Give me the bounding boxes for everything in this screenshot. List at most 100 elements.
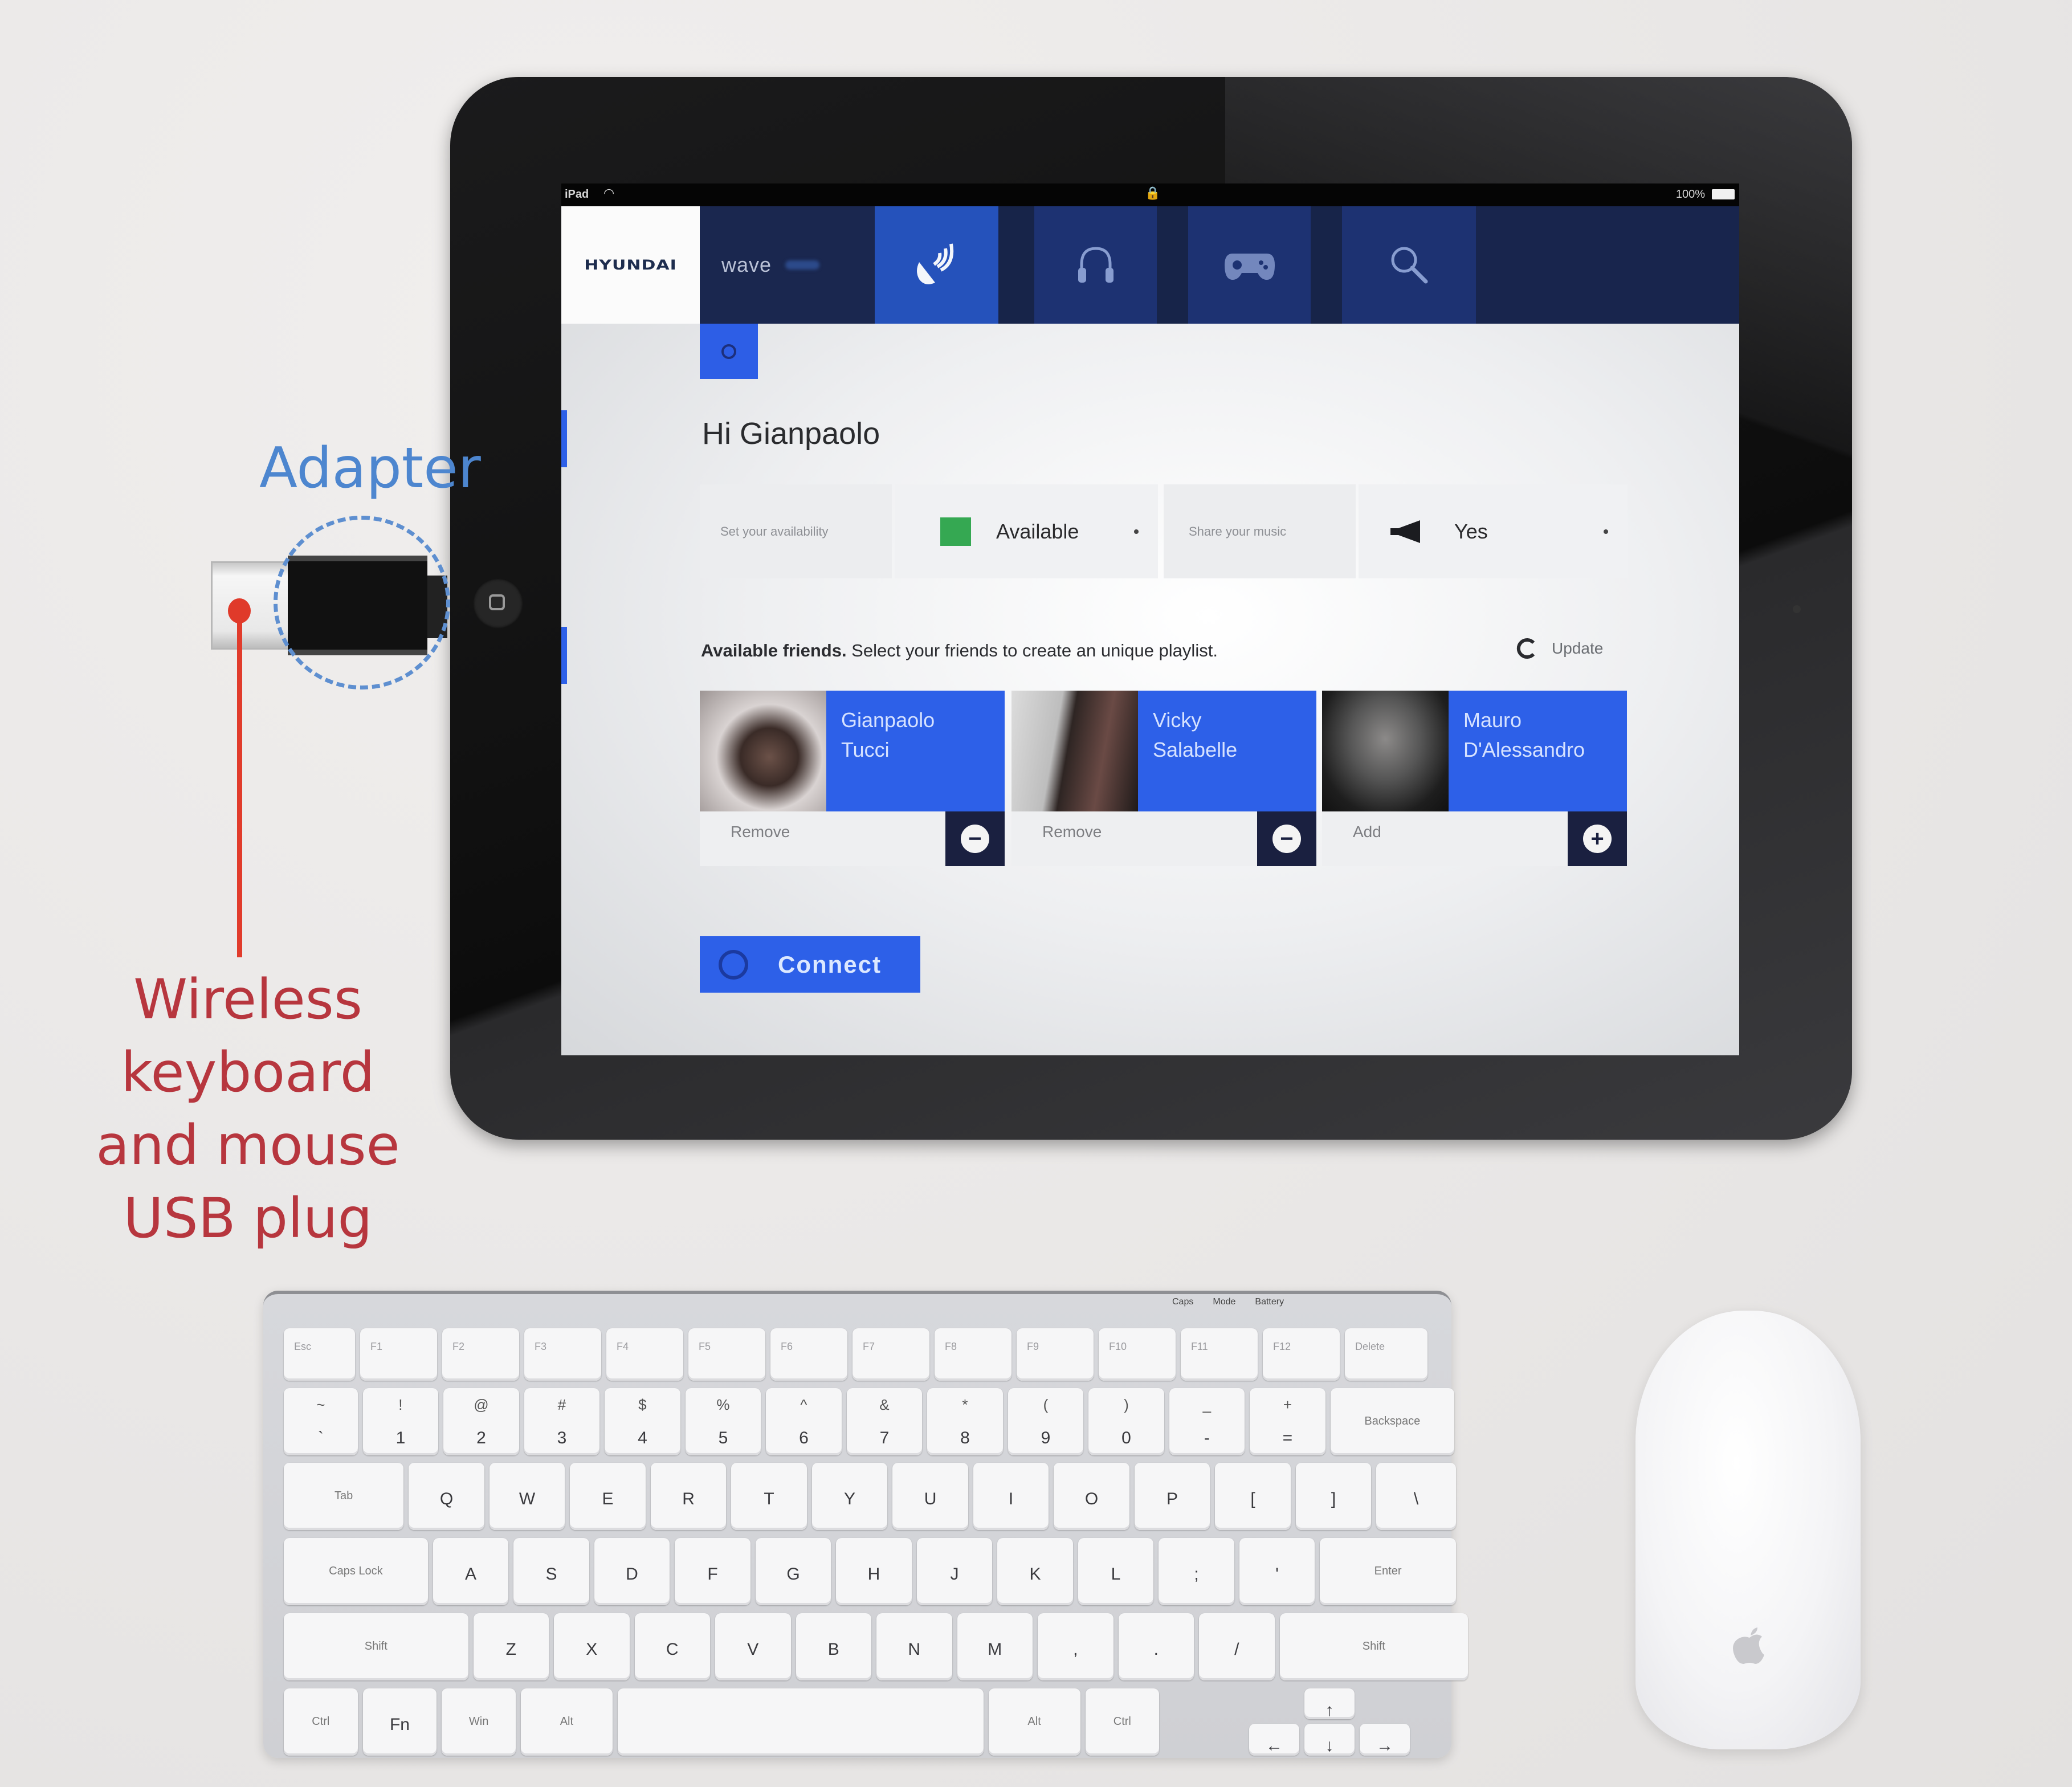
tab-search[interactable] xyxy=(1342,206,1476,324)
key--[interactable]: ; xyxy=(1159,1538,1234,1605)
add-friend-button[interactable]: + xyxy=(1568,811,1627,866)
key-shift[interactable]: Shift xyxy=(284,1613,468,1680)
key-n[interactable]: N xyxy=(876,1613,952,1680)
key--[interactable]: / xyxy=(1199,1613,1275,1680)
key-u[interactable]: U xyxy=(892,1463,968,1530)
app-name-tab[interactable]: wave xyxy=(700,206,875,324)
key-4[interactable]: 4 $ xyxy=(605,1388,680,1455)
key-ctrl[interactable]: Ctrl xyxy=(284,1688,358,1756)
key--[interactable]: ↑ xyxy=(1304,1688,1355,1720)
key--[interactable]: ↓ xyxy=(1304,1724,1355,1756)
key--[interactable]: ] xyxy=(1295,1463,1372,1530)
sub-menu-toggle[interactable] xyxy=(700,324,758,379)
share-music-label: Share your music xyxy=(1164,484,1356,578)
key--[interactable]: ' xyxy=(1239,1538,1315,1605)
tab-music[interactable] xyxy=(1034,206,1157,324)
key-7[interactable]: 7 & xyxy=(846,1388,923,1455)
key-r[interactable]: R xyxy=(650,1463,727,1530)
key-f1[interactable]: F1 xyxy=(360,1328,437,1381)
key-z[interactable]: Z xyxy=(473,1613,549,1680)
update-button[interactable]: Update xyxy=(1514,636,1603,661)
key-f12[interactable]: F12 xyxy=(1263,1328,1340,1381)
key-c[interactable]: C xyxy=(634,1613,711,1680)
key-x[interactable]: X xyxy=(554,1613,630,1680)
key-q[interactable]: Q xyxy=(409,1463,484,1530)
key--[interactable]: \ xyxy=(1376,1463,1456,1530)
remove-friend-button[interactable]: − xyxy=(945,811,1005,866)
key-enter[interactable]: Enter xyxy=(1320,1538,1456,1605)
key--[interactable]: = + xyxy=(1250,1388,1325,1455)
key-win[interactable]: Win xyxy=(442,1688,516,1756)
key-2[interactable]: 2 @ xyxy=(443,1388,519,1455)
key--[interactable]: [ xyxy=(1215,1463,1291,1530)
key-p[interactable]: P xyxy=(1134,1463,1210,1530)
key-tab[interactable]: Tab xyxy=(284,1463,404,1530)
key-f[interactable]: F xyxy=(675,1538,751,1605)
key-5[interactable]: 5% xyxy=(685,1388,761,1455)
key-f5[interactable]: F5 xyxy=(688,1328,765,1381)
key-s[interactable]: S xyxy=(513,1538,589,1605)
adapter-highlight-circle xyxy=(274,516,450,689)
key-k[interactable]: K xyxy=(997,1538,1073,1605)
key-e[interactable]: E xyxy=(570,1463,646,1530)
friend-card[interactable]: Gianpaolo Tucci Remove − xyxy=(700,691,1005,866)
key-shift[interactable]: Shift xyxy=(1279,1613,1469,1680)
key-y[interactable]: Y xyxy=(811,1463,888,1530)
key-1[interactable]: 1! xyxy=(362,1388,439,1455)
tab-cast[interactable] xyxy=(875,206,998,324)
key-f9[interactable]: F9 xyxy=(1017,1328,1094,1381)
key-w[interactable]: W xyxy=(489,1463,565,1530)
key-esc[interactable]: Esc xyxy=(284,1328,355,1381)
key-f8[interactable]: F8 xyxy=(935,1328,1011,1381)
key-fn[interactable]: Fn xyxy=(362,1688,437,1756)
key-f10[interactable]: F10 xyxy=(1099,1328,1176,1381)
key-d[interactable]: D xyxy=(594,1538,670,1605)
friend-card[interactable]: Vicky Salabelle Remove − xyxy=(1011,691,1316,866)
key-t[interactable]: T xyxy=(731,1463,807,1530)
key-space[interactable] xyxy=(617,1688,984,1756)
key-9[interactable]: 9( xyxy=(1008,1388,1084,1455)
key-0[interactable]: 0) xyxy=(1088,1388,1164,1455)
key-h[interactable]: H xyxy=(836,1538,912,1605)
key--[interactable]: - _ xyxy=(1169,1388,1245,1455)
key--[interactable]: ← xyxy=(1249,1724,1299,1756)
friend-card[interactable]: Mauro D'Alessandro Add + xyxy=(1322,691,1627,866)
key-delete[interactable]: Delete xyxy=(1345,1328,1427,1381)
key--[interactable]: ` ~ xyxy=(284,1388,358,1455)
key--[interactable]: , xyxy=(1038,1613,1114,1680)
availability-dropdown[interactable]: Available xyxy=(895,484,1158,578)
remove-friend-button[interactable]: − xyxy=(1257,811,1316,866)
tab-games[interactable] xyxy=(1188,206,1311,324)
key-6[interactable]: 6 ^ xyxy=(766,1388,842,1455)
key-f3[interactable]: F3 xyxy=(524,1328,601,1381)
wireless-mouse[interactable] xyxy=(1635,1311,1861,1749)
key--[interactable]: → xyxy=(1360,1724,1410,1756)
key-alt[interactable]: Alt xyxy=(988,1688,1080,1756)
key-l[interactable]: L xyxy=(1078,1538,1154,1605)
apple-logo-icon xyxy=(1733,1627,1764,1664)
key-f4[interactable]: F4 xyxy=(606,1328,683,1381)
key-8[interactable]: 8 * xyxy=(927,1388,1003,1455)
key-m[interactable]: M xyxy=(957,1613,1033,1680)
key-ctrl[interactable]: Ctrl xyxy=(1085,1688,1160,1756)
key-f6[interactable]: F6 xyxy=(770,1328,847,1381)
key-o[interactable]: O xyxy=(1054,1463,1129,1530)
key-v[interactable]: V xyxy=(715,1613,791,1680)
key-alt[interactable]: Alt xyxy=(521,1688,613,1756)
key-f7[interactable]: F7 xyxy=(853,1328,929,1381)
home-button[interactable] xyxy=(473,578,523,629)
key-backspace[interactable]: Backspace xyxy=(1330,1388,1455,1455)
key-b[interactable]: B xyxy=(796,1613,872,1680)
connect-button[interactable]: Connect xyxy=(700,936,920,993)
key-caps-lock[interactable]: Caps Lock xyxy=(284,1538,428,1605)
key-j[interactable]: J xyxy=(916,1538,993,1605)
share-music-dropdown[interactable]: Yes xyxy=(1359,484,1628,578)
key-a[interactable]: A xyxy=(433,1538,509,1605)
hyundai-logo[interactable]: HYUNDAI xyxy=(561,206,700,324)
key-i[interactable]: I xyxy=(973,1463,1049,1530)
key-g[interactable]: G xyxy=(755,1538,831,1605)
key-f11[interactable]: F11 xyxy=(1181,1328,1258,1381)
key-3[interactable]: 3 # xyxy=(524,1388,600,1455)
key--[interactable]: . xyxy=(1118,1613,1194,1680)
key-f2[interactable]: F2 xyxy=(442,1328,519,1381)
